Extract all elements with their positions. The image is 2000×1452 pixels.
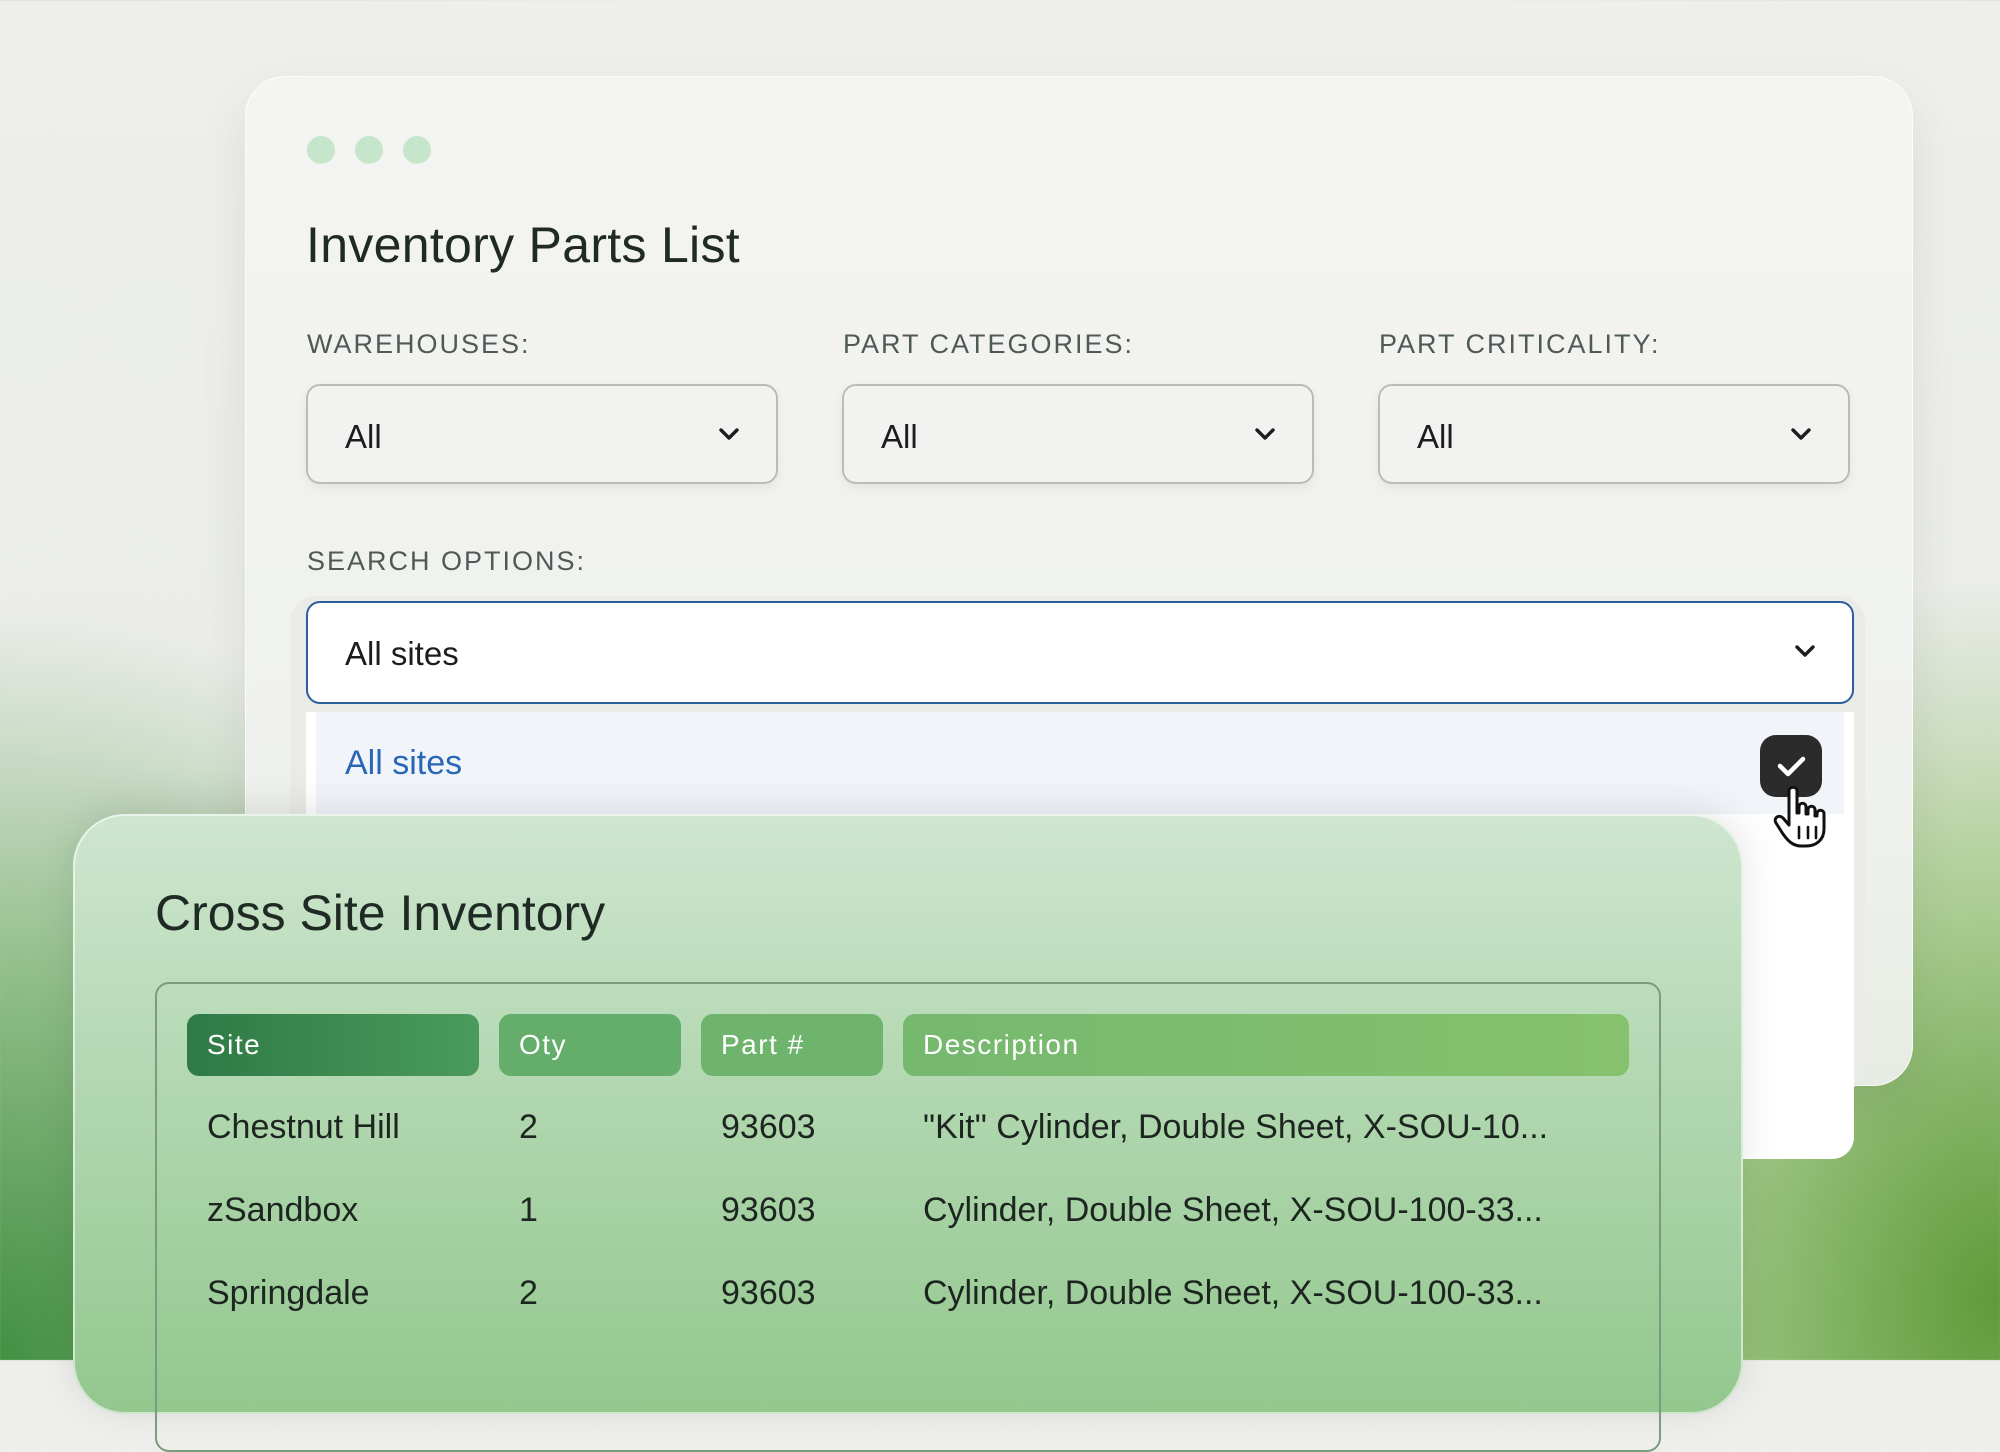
hand-cursor-icon: [1773, 785, 1826, 848]
card-title: Cross Site Inventory: [155, 885, 606, 941]
chevron-down-icon: [719, 428, 739, 440]
cell-site: zSandbox: [207, 1191, 359, 1229]
warehouses-value: All: [345, 418, 382, 455]
cell-site: Springdale: [207, 1274, 370, 1312]
cell-qty: 1: [519, 1191, 538, 1229]
window-dot-close[interactable]: [307, 136, 335, 164]
part-criticality-value: All: [1417, 418, 1454, 455]
cell-part-number: 93603: [721, 1274, 816, 1312]
window-controls: [307, 136, 431, 164]
column-header-description[interactable]: Description: [903, 1014, 1629, 1076]
cross-site-inventory-card: Cross Site Inventory Site Oty Part # Des…: [73, 814, 1743, 1452]
search-options-label: SEARCH OPTIONS:: [307, 546, 587, 576]
column-header-site[interactable]: Site: [187, 1014, 479, 1076]
search-options-select[interactable]: All sites: [306, 601, 1854, 704]
cell-description: Cylinder, Double Sheet, X-SOU-100-33...: [923, 1191, 1543, 1229]
cell-qty: 2: [519, 1274, 538, 1312]
chevron-down-icon: [1255, 428, 1275, 440]
table-row[interactable]: Springdale 2 93603 Cylinder, Double Shee…: [157, 1274, 1659, 1334]
inventory-table: Site Oty Part # Description Chestnut Hil…: [155, 982, 1661, 1452]
search-options-value: All sites: [345, 635, 459, 672]
warehouses-select[interactable]: All: [306, 384, 778, 484]
dropdown-option-all-sites[interactable]: All sites: [316, 712, 1844, 814]
part-categories-select[interactable]: All: [842, 384, 1314, 484]
column-header-qty[interactable]: Oty: [499, 1014, 681, 1076]
chevron-down-icon: [1795, 645, 1815, 657]
part-categories-value: All: [881, 418, 918, 455]
cell-part-number: 93603: [721, 1191, 816, 1229]
part-criticality-label: PART CRITICALITY:: [1379, 329, 1661, 359]
warehouses-label: WAREHOUSES:: [307, 329, 531, 359]
cell-qty: 2: [519, 1108, 538, 1146]
table-row[interactable]: Chestnut Hill 2 93603 "Kit" Cylinder, Do…: [157, 1108, 1659, 1168]
cell-part-number: 93603: [721, 1108, 816, 1146]
chevron-down-icon: [1791, 428, 1811, 440]
cell-description: "Kit" Cylinder, Double Sheet, X-SOU-10..…: [923, 1108, 1549, 1146]
cell-site: Chestnut Hill: [207, 1108, 400, 1146]
part-categories-label: PART CATEGORIES:: [843, 329, 1135, 359]
window-dot-maximize[interactable]: [403, 136, 431, 164]
part-criticality-select[interactable]: All: [1378, 384, 1850, 484]
page-title: Inventory Parts List: [306, 217, 740, 273]
table-row[interactable]: zSandbox 1 93603 Cylinder, Double Sheet,…: [157, 1191, 1659, 1251]
column-header-part-number[interactable]: Part #: [701, 1014, 883, 1076]
option-label: All sites: [345, 744, 463, 782]
cell-description: Cylinder, Double Sheet, X-SOU-100-33...: [923, 1274, 1543, 1312]
window-dot-minimize[interactable]: [355, 136, 383, 164]
